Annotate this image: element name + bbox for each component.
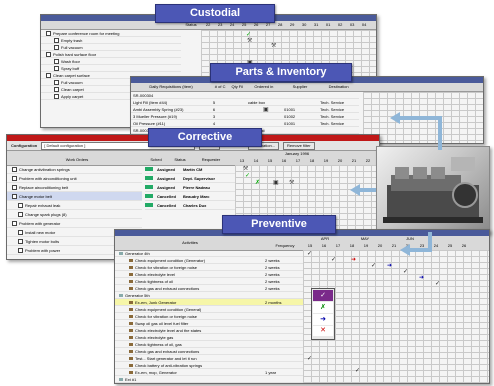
connector-arrows xyxy=(350,112,442,256)
